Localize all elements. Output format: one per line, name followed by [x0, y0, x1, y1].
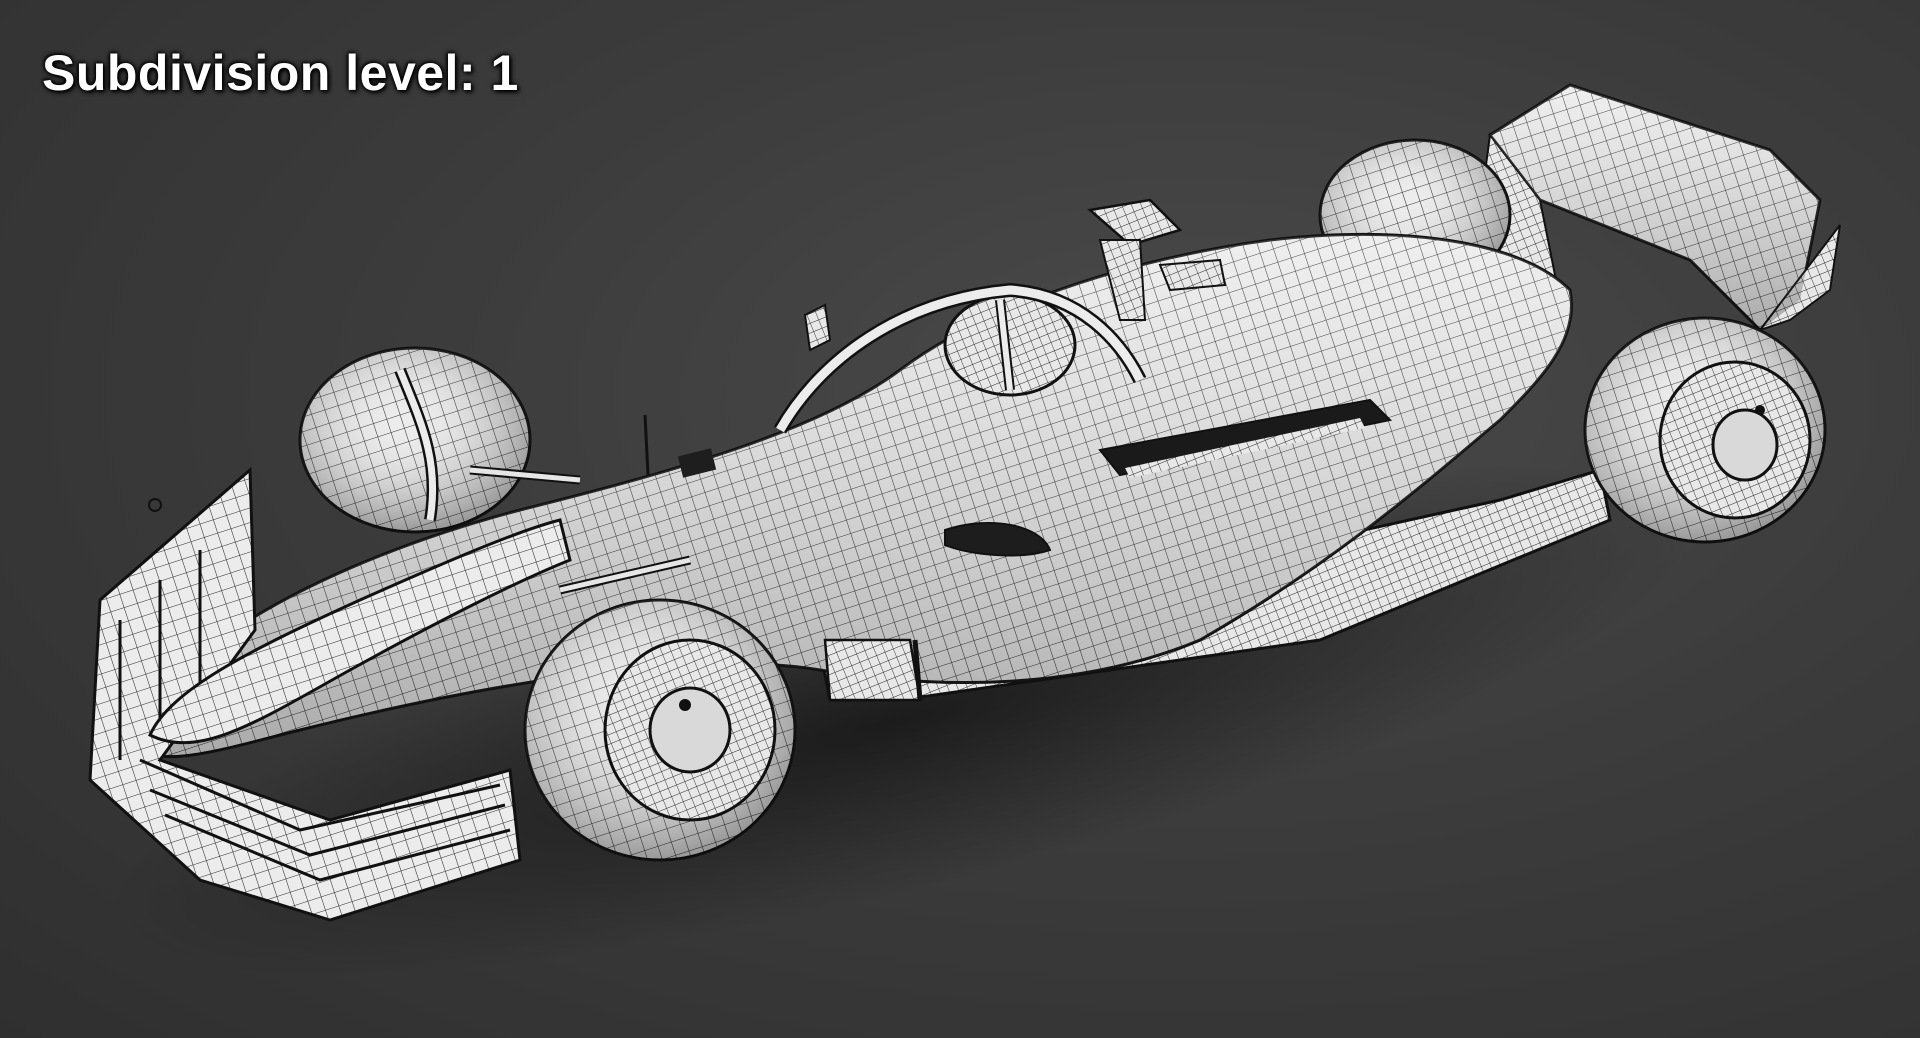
render-viewport: Subdivision level: 1: [0, 0, 1920, 1038]
car-render: [88, 83, 1841, 978]
rear-near-tire: [1583, 316, 1827, 544]
floor-edge: [823, 638, 923, 702]
front-near-tire: [523, 598, 797, 862]
subdivision-level-label: Subdivision level: 1: [42, 45, 519, 101]
front-far-tire: [298, 346, 532, 534]
